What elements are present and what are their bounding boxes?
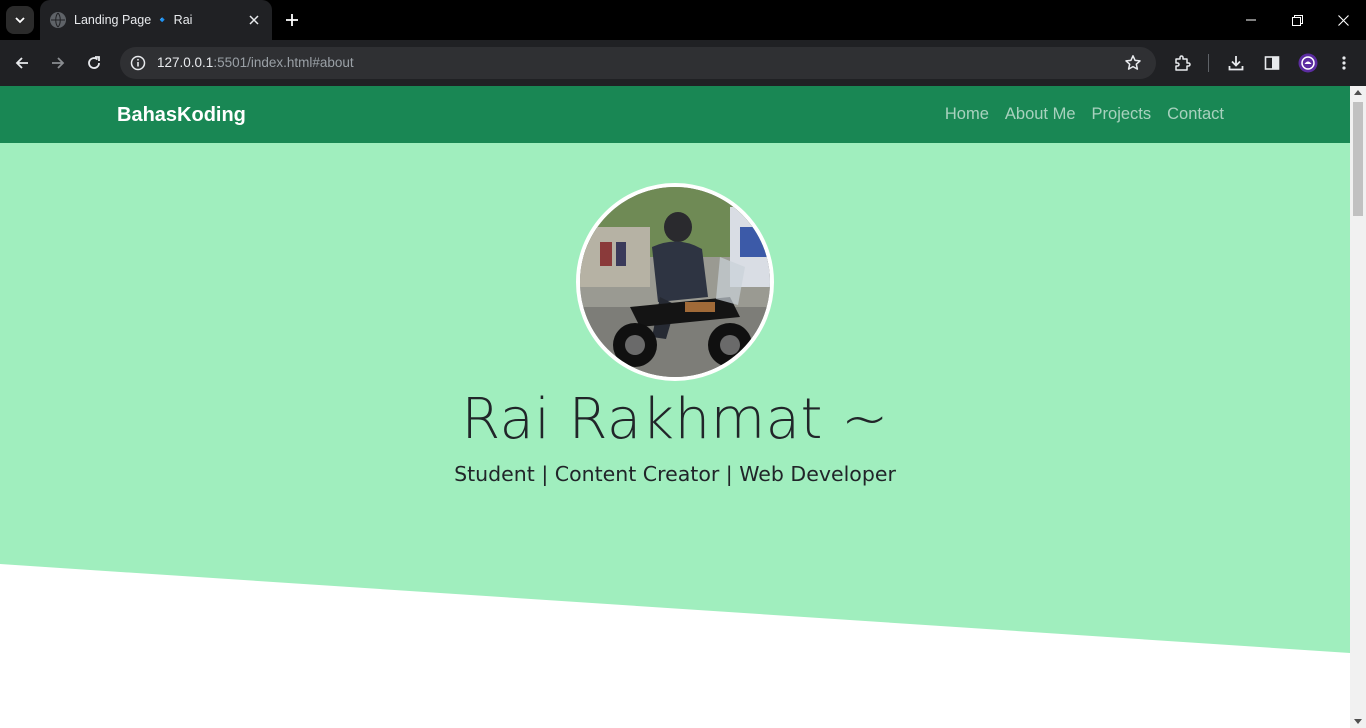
minimize-icon xyxy=(1246,19,1256,21)
hero-tagline: Student | Content Creator | Web Develope… xyxy=(454,462,896,486)
browser-toolbar: 127.0.0.1:5501/index.html#about xyxy=(0,40,1366,86)
menu-icon[interactable] xyxy=(1334,53,1354,73)
arrow-right-icon xyxy=(52,57,65,69)
nav-links: Home About Me Projects Contact xyxy=(945,105,1224,124)
scroll-down-arrow-icon[interactable] xyxy=(1354,719,1362,724)
profile-avatar-icon[interactable] xyxy=(1298,53,1318,73)
tab-strip: Landing Page 🔹 Rai xyxy=(0,0,1366,40)
tab-search-button[interactable] xyxy=(6,6,34,34)
url-host: 127.0.0.1 xyxy=(157,55,214,70)
restore-button[interactable] xyxy=(1274,0,1320,40)
scroll-up-arrow-icon[interactable] xyxy=(1354,90,1362,95)
url-path: :5501/index.html#about xyxy=(213,55,354,70)
page-scrollbar[interactable] xyxy=(1350,86,1366,728)
hero-name: Rai Rakhmat ~ xyxy=(461,387,889,452)
close-tab-icon[interactable] xyxy=(246,12,262,28)
scrollbar-thumb[interactable] xyxy=(1353,102,1363,216)
nav-link-projects[interactable]: Projects xyxy=(1092,105,1152,124)
extensions-icon[interactable] xyxy=(1172,53,1192,73)
side-panel-icon[interactable] xyxy=(1262,53,1282,73)
globe-icon xyxy=(50,12,66,28)
minimize-button[interactable] xyxy=(1228,0,1274,40)
new-tab-button[interactable] xyxy=(280,8,304,32)
window-controls xyxy=(1228,0,1366,40)
address-bar[interactable]: 127.0.0.1:5501/index.html#about xyxy=(120,47,1156,79)
browser-tab[interactable]: Landing Page 🔹 Rai xyxy=(40,0,272,40)
plus-icon xyxy=(286,14,298,26)
reload-icon xyxy=(88,56,100,69)
bookmark-star-icon[interactable] xyxy=(1124,54,1142,72)
back-button[interactable] xyxy=(8,49,36,77)
site-navbar: BahasKoding Home About Me Projects Conta… xyxy=(0,86,1350,143)
reload-button[interactable] xyxy=(80,49,108,77)
tab-title: Landing Page 🔹 Rai xyxy=(74,12,193,27)
toolbar-separator xyxy=(1208,54,1209,72)
arrow-left-icon xyxy=(15,57,28,69)
nav-link-home[interactable]: Home xyxy=(945,105,989,124)
close-window-button[interactable] xyxy=(1320,0,1366,40)
forward-button[interactable] xyxy=(44,49,72,77)
url-text[interactable]: 127.0.0.1:5501/index.html#about xyxy=(157,55,354,70)
restore-icon xyxy=(1291,14,1303,26)
nav-link-contact[interactable]: Contact xyxy=(1167,105,1224,124)
profile-photo xyxy=(576,183,774,381)
site-brand[interactable]: BahasKoding xyxy=(117,104,246,127)
close-icon xyxy=(1337,14,1349,26)
nav-link-about[interactable]: About Me xyxy=(1005,105,1076,124)
site-info-icon[interactable] xyxy=(128,53,148,73)
hero-section: Rai Rakhmat ~ Student | Content Creator … xyxy=(0,143,1350,655)
download-icon[interactable] xyxy=(1226,53,1246,73)
page-viewport: BahasKoding Home About Me Projects Conta… xyxy=(0,86,1366,728)
chevron-down-icon xyxy=(15,17,25,24)
